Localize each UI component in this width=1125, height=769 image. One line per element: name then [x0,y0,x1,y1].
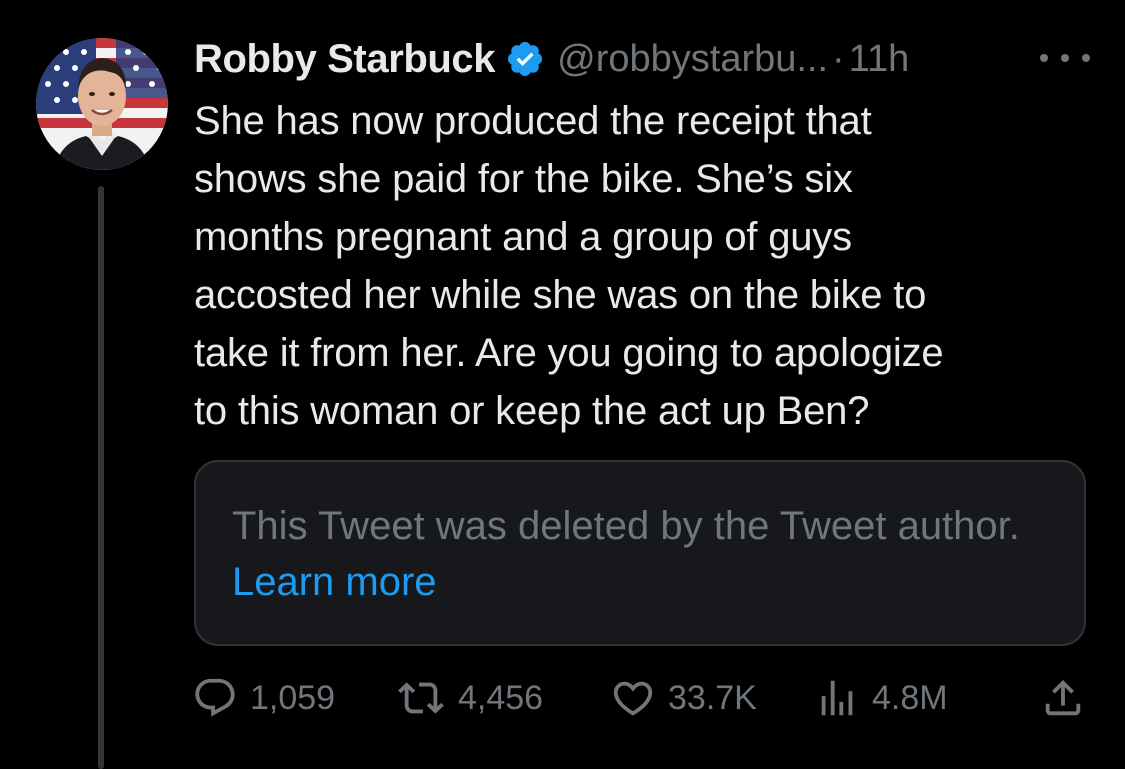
retweet-icon [398,682,444,714]
share-button[interactable] [1040,668,1086,728]
header-separator: · [832,37,845,80]
deleted-notice: This Tweet was deleted by the Tweet auth… [232,498,1032,610]
learn-more-link[interactable]: Learn more [232,560,437,604]
retweet-button[interactable]: 4,456 [396,668,543,728]
tweet[interactable]: Robby Starbuck @robbystarbu... · 11h She… [0,0,1125,769]
deleted-message: This Tweet was deleted by the Tweet auth… [232,504,1020,548]
tweet-header: Robby Starbuck @robbystarbu... · 11h [194,34,909,84]
like-button[interactable]: 33.7K [610,668,757,728]
heart-icon [613,681,653,716]
more-dot [1040,54,1048,62]
avatar[interactable] [36,38,168,170]
author-name[interactable]: Robby Starbuck [194,37,496,82]
views-button[interactable]: 4.8M [814,668,948,728]
reply-button[interactable]: 1,059 [192,668,335,728]
deleted-quote-card: This Tweet was deleted by the Tweet auth… [194,460,1086,646]
avatar-image [36,38,168,170]
tweet-timestamp[interactable]: 11h [849,38,910,81]
share-icon [1045,679,1081,716]
views-count: 4.8M [872,678,948,717]
reply-icon [195,678,235,717]
like-count: 33.7K [668,678,757,717]
author-handle[interactable]: @robbystarbu... [557,38,828,81]
views-chart-icon [821,680,853,716]
action-bar: 1,059 4,456 33.7K 4.8M [0,668,1125,728]
verified-badge-icon[interactable] [505,39,545,79]
more-options-icon[interactable] [1040,46,1090,70]
reply-count: 1,059 [250,678,336,717]
tweet-text: She has now produced the receipt that sh… [194,99,944,433]
more-dot [1061,54,1069,62]
retweet-count: 4,456 [458,678,544,717]
more-dot [1082,54,1090,62]
